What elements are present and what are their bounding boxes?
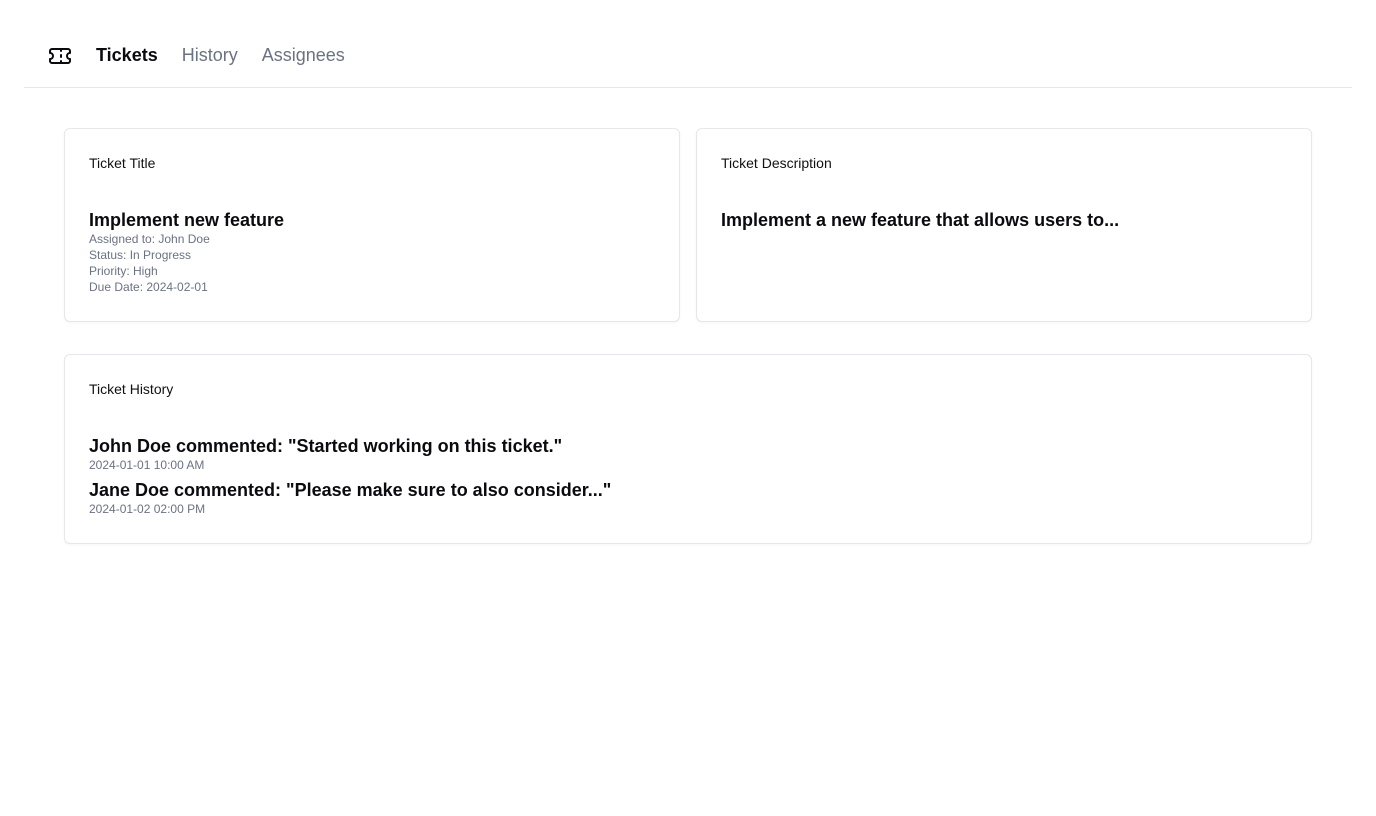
nav-link-tickets[interactable]: Tickets (96, 45, 158, 66)
ticket-priority: Priority: High (89, 264, 158, 278)
ticket-description: Implement a new feature that allows user… (721, 210, 1120, 230)
ticket-icon[interactable] (48, 44, 72, 68)
assigned-to: Assigned to: John Doe (89, 232, 210, 246)
card-header-ticket-description: Ticket Description (721, 155, 832, 171)
ticket-history-list: John Doe commented: "Started working on … (89, 435, 1287, 523)
history-comment: Jane Doe commented: "Please make sure to… (89, 480, 612, 500)
ticket-title: Implement new feature (89, 210, 285, 230)
history-entry: Jane Doe commented: "Please make sure to… (89, 479, 1287, 517)
ticket-status: Status: In Progress (89, 248, 192, 262)
card-header-ticket-title: Ticket Title (89, 155, 156, 171)
history-timestamp: 2024-01-02 02:00 PM (89, 502, 206, 516)
nav-link-assignees[interactable]: Assignees (262, 45, 345, 66)
history-entry: John Doe commented: "Started working on … (89, 435, 1287, 473)
card-header-ticket-history: Ticket History (89, 381, 174, 397)
history-timestamp: 2024-01-01 10:00 AM (89, 458, 205, 472)
ticket-title-card: Ticket Title Implement new feature Assig… (64, 128, 680, 322)
nav-link-history[interactable]: History (182, 45, 238, 66)
ticket-description-body: Implement a new feature that allows user… (721, 209, 1287, 231)
history-comment: John Doe commented: "Started working on … (89, 436, 563, 456)
ticket-history-card: Ticket History John Doe commented: "Star… (64, 354, 1312, 544)
ticket-due-date: Due Date: 2024-02-01 (89, 280, 208, 294)
ticket-description-card: Ticket Description Implement a new featu… (696, 128, 1312, 322)
ticket-title-body: Implement new feature Assigned to: John … (89, 209, 655, 295)
top-navigation: Tickets History Assignees (24, 24, 1352, 88)
